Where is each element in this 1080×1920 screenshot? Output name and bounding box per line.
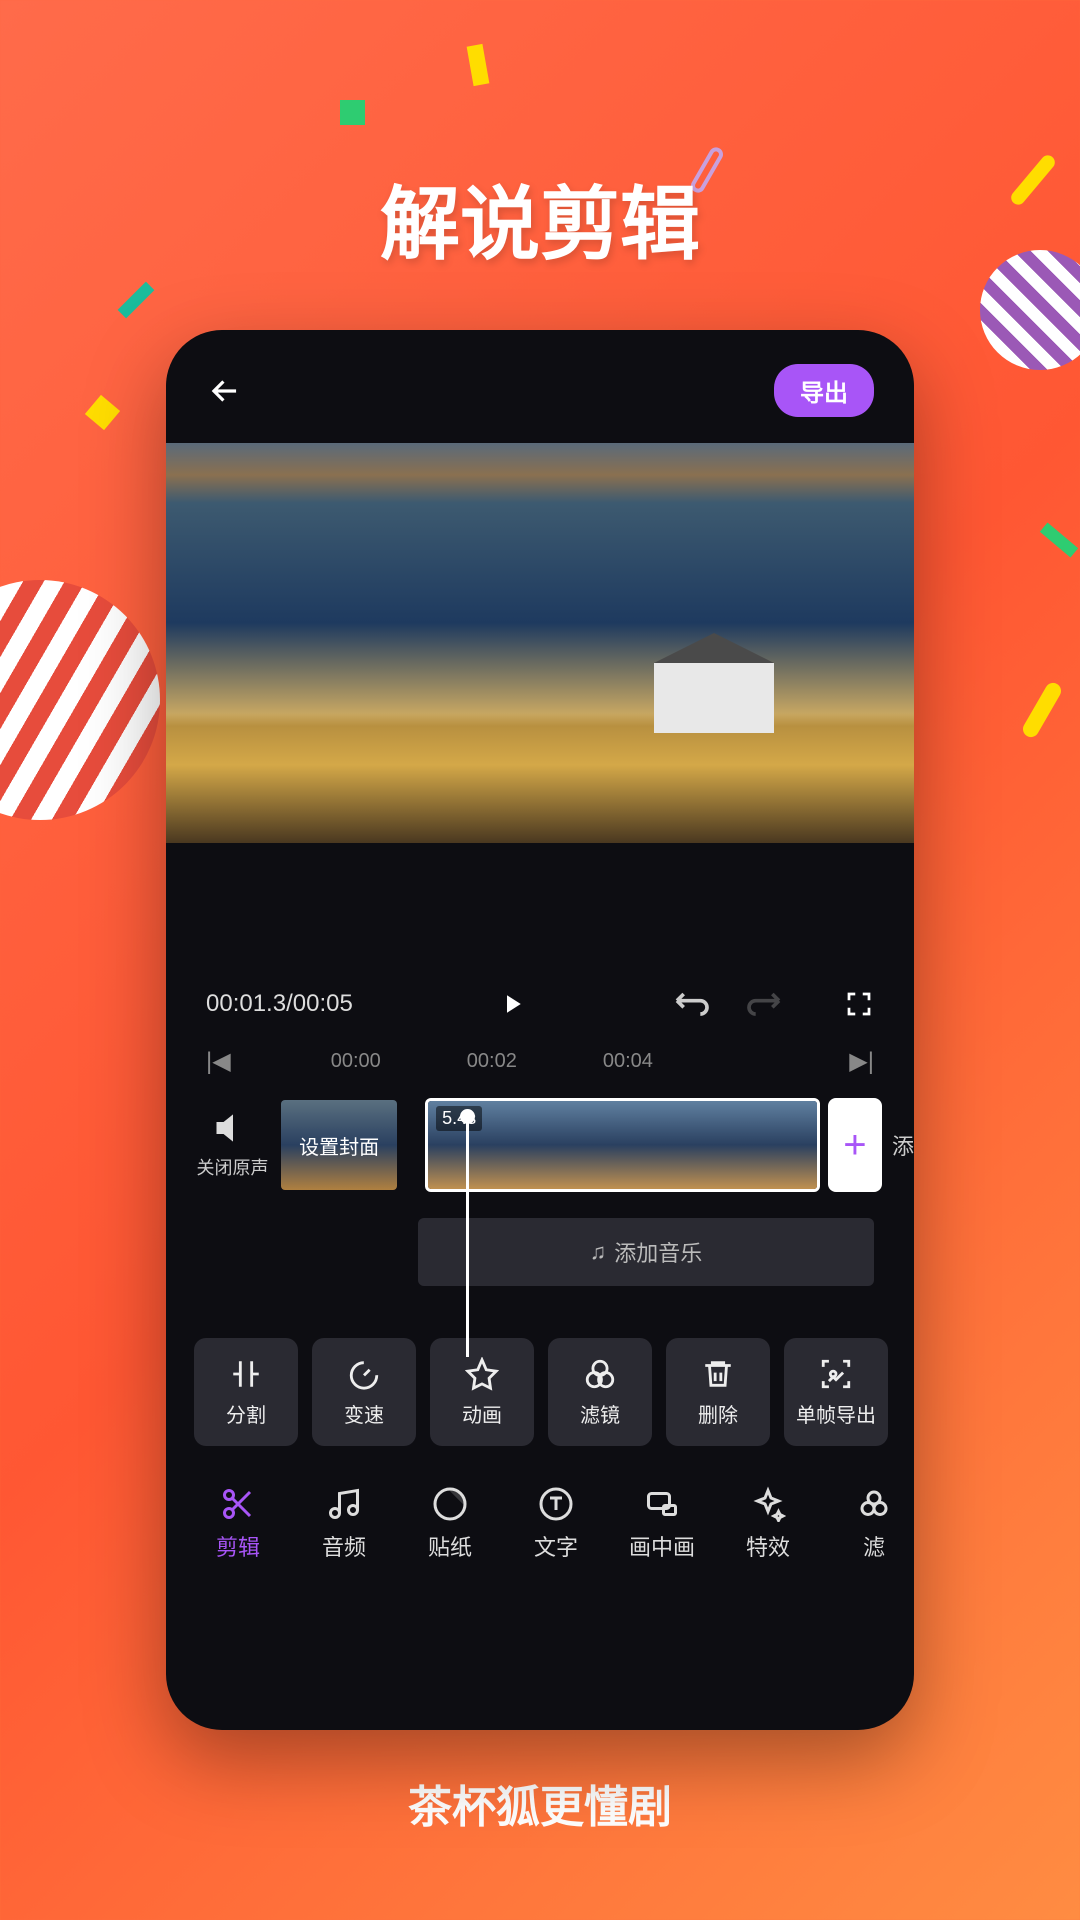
editor-app-frame: 导出 00:01.3/00:05 |◀ 00:00 00	[166, 330, 914, 1730]
filter-icon	[856, 1486, 892, 1522]
nav-text[interactable]: 文字	[506, 1486, 606, 1562]
add-clip-button[interactable]: +	[828, 1098, 882, 1192]
frame-export-icon	[819, 1357, 853, 1391]
tool-delete[interactable]: 删除	[666, 1338, 770, 1446]
video-clip[interactable]: 5.4s	[425, 1098, 820, 1192]
pip-icon	[644, 1486, 680, 1522]
fullscreen-button[interactable]	[844, 989, 874, 1019]
go-to-end-button[interactable]: ▶|	[849, 1047, 874, 1076]
split-icon	[229, 1357, 263, 1391]
time-ruler[interactable]: |◀ 00:00 00:02 00:04 ▶|	[166, 1037, 914, 1086]
edit-tools-row: 分割 变速 动画 滤镜 删除 单帧导出	[166, 1300, 914, 1468]
tool-frame-export[interactable]: 单帧导出	[784, 1338, 888, 1446]
playback-controls: 00:01.3/00:05	[166, 843, 914, 1037]
music-icon	[326, 1486, 362, 1522]
timeline[interactable]: |◀ 00:00 00:02 00:04 ▶| 关闭原声 设置封面 5.4s	[166, 1037, 914, 1286]
sticker-icon	[432, 1486, 468, 1522]
music-note-icon: ♫	[590, 1239, 607, 1265]
nav-audio[interactable]: 音频	[294, 1486, 394, 1562]
tool-filter[interactable]: 滤镜	[548, 1338, 652, 1446]
set-cover-button[interactable]: 设置封面	[281, 1100, 397, 1190]
nav-edit[interactable]: 剪辑	[188, 1486, 288, 1562]
add-clip-label: 添	[892, 1129, 914, 1161]
star-icon	[465, 1357, 499, 1391]
gauge-icon	[347, 1357, 381, 1391]
nav-more[interactable]: 滤	[824, 1486, 914, 1562]
video-preview[interactable]	[166, 443, 914, 843]
bottom-nav: 剪辑 音频 贴纸 文字 画中画 特效 滤	[166, 1468, 914, 1580]
play-button[interactable]	[497, 989, 527, 1019]
clip-duration-badge: 5.4s	[436, 1106, 482, 1131]
filter-circles-icon	[583, 1357, 617, 1391]
banner-title: 解说剪辑	[0, 160, 1080, 276]
tool-animation[interactable]: 动画	[430, 1338, 534, 1446]
sparkle-icon	[750, 1486, 786, 1522]
timecode: 00:01.3/00:05	[206, 990, 353, 1018]
tool-split[interactable]: 分割	[194, 1338, 298, 1446]
ruler-tick: 00:00	[331, 1050, 381, 1073]
playhead[interactable]	[466, 1117, 469, 1357]
redo-button[interactable]	[744, 990, 784, 1018]
topbar: 导出	[166, 330, 914, 443]
nav-sticker[interactable]: 贴纸	[400, 1486, 500, 1562]
export-button[interactable]: 导出	[774, 364, 874, 417]
undo-button[interactable]	[672, 990, 712, 1018]
go-to-start-button[interactable]: |◀	[206, 1047, 231, 1076]
tool-speed[interactable]: 变速	[312, 1338, 416, 1446]
mute-original-button[interactable]: 关闭原声	[190, 1110, 275, 1180]
scissors-icon	[220, 1486, 256, 1522]
ruler-tick: 00:04	[603, 1050, 653, 1073]
nav-pip[interactable]: 画中画	[612, 1486, 712, 1562]
text-icon	[538, 1486, 574, 1522]
trash-icon	[701, 1357, 735, 1391]
banner-footer: 茶杯狐更懂剧	[0, 1771, 1080, 1835]
speaker-icon	[215, 1110, 251, 1146]
nav-fx[interactable]: 特效	[718, 1486, 818, 1562]
add-music-button[interactable]: ♫ 添加音乐	[418, 1218, 874, 1286]
back-button[interactable]	[206, 372, 244, 410]
ruler-tick: 00:02	[467, 1050, 517, 1073]
